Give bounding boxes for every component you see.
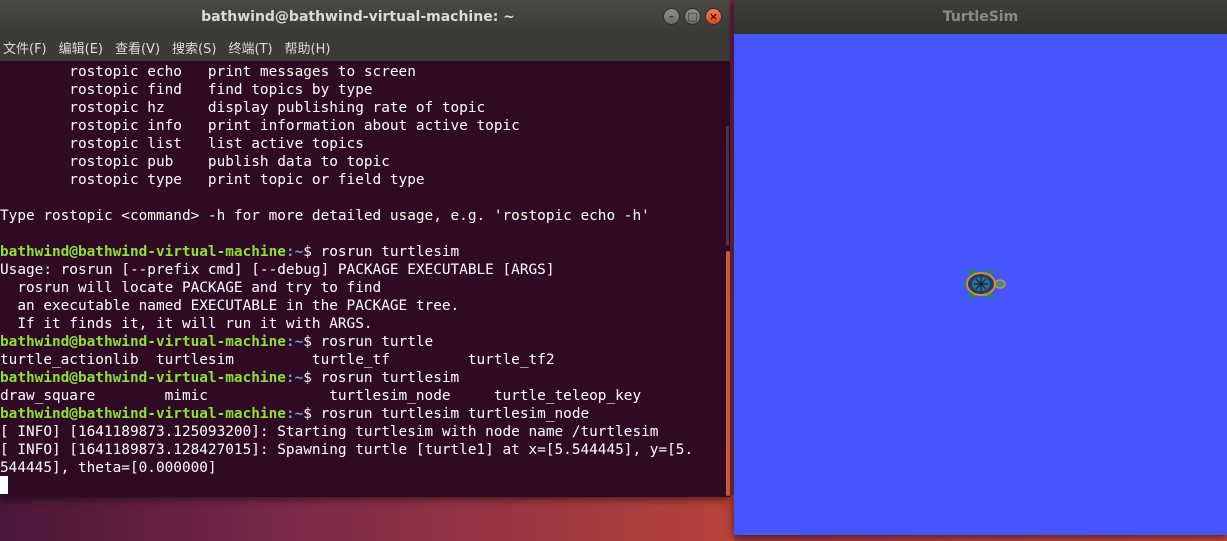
text-cursor [0, 476, 8, 494]
menu-file[interactable]: 文件(F) [3, 38, 47, 57]
terminal-line: [ INFO] [1641189873.125093200]: Starting… [0, 424, 659, 440]
prompt-path: :~ [285, 244, 304, 260]
command-text: $ rosrun turtlesim [303, 244, 460, 260]
menu-edit[interactable]: 编辑(E) [59, 38, 103, 57]
terminal-line: [ INFO] [1641189873.128427015]: Spawning… [0, 442, 694, 458]
terminal-menubar: 文件(F) 编辑(E) 查看(V) 搜索(S) 终端(T) 帮助(H) [0, 33, 730, 61]
command-text: $ rosrun turtlesim [303, 370, 460, 386]
prompt-path: :~ [285, 370, 304, 386]
terminal-window[interactable]: bathwind@bathwind-virtual-machine: ~ – □… [0, 0, 730, 497]
turtlesim-titlebar[interactable]: TurtleSim – [734, 0, 1227, 34]
terminal-line: bathwind@bathwind-virtual-machine:~$ ros… [0, 369, 459, 387]
maximize-button[interactable]: □ [684, 8, 701, 25]
terminal-line: rosrun will locate PACKAGE and try to fi… [0, 280, 382, 296]
terminal-title: bathwind@bathwind-virtual-machine: ~ [201, 8, 515, 25]
menu-terminal[interactable]: 终端(T) [228, 38, 272, 57]
terminal-line: Type rostopic <command> -h for more deta… [0, 208, 650, 224]
prompt-user-host: bathwind@bathwind-virtual-machine [0, 244, 286, 260]
terminal-window-buttons: – □ × [663, 8, 722, 25]
menu-search[interactable]: 搜索(S) [172, 38, 216, 57]
turtlesim-window[interactable]: TurtleSim – [734, 0, 1227, 535]
terminal-line: rostopic pub publish data to topic [0, 154, 390, 170]
terminal-line: turtle_actionlib turtlesim turtle_tf tur… [0, 352, 555, 368]
terminal-line: rostopic type print topic or field type [0, 172, 425, 188]
terminal-output[interactable]: rostopic echo print messages to screen r… [0, 61, 724, 497]
terminal-titlebar[interactable]: bathwind@bathwind-virtual-machine: ~ – □… [0, 0, 730, 33]
minimize-button[interactable]: – [663, 8, 680, 25]
prompt-path: :~ [285, 406, 304, 422]
terminal-line: rostopic info print information about ac… [0, 118, 520, 134]
terminal-line: an executable named EXECUTABLE in the PA… [0, 298, 460, 314]
terminal-line: bathwind@bathwind-virtual-machine:~$ ros… [0, 333, 433, 351]
prompt-user-host: bathwind@bathwind-virtual-machine [0, 406, 286, 422]
prompt-user-host: bathwind@bathwind-virtual-machine [0, 334, 286, 350]
prompt-user-host: bathwind@bathwind-virtual-machine [0, 370, 286, 386]
terminal-line: If it finds it, it will run it with ARGS… [0, 316, 373, 332]
terminal-line: rostopic find find topics by type [0, 82, 373, 98]
menu-help[interactable]: 帮助(H) [285, 38, 331, 57]
turtle-icon [962, 269, 1006, 299]
terminal-line: Usage: rosrun [--prefix cmd] [--debug] P… [0, 262, 555, 278]
terminal-line: rostopic hz display publishing rate of t… [0, 100, 486, 116]
terminal-scrollbar[interactable] [724, 61, 730, 497]
command-text: $ rosrun turtlesim turtlesim_node [303, 406, 590, 422]
turtlesim-title: TurtleSim [942, 9, 1019, 25]
terminal-line: rostopic list list active topics [0, 136, 364, 152]
terminal-line: draw_square mimic turtlesim_node turtle_… [0, 388, 642, 404]
command-text: $ rosrun turtle [303, 334, 434, 350]
terminal-line: 544445], theta=[0.000000] [0, 460, 217, 476]
turtle-shell-pattern [974, 277, 988, 291]
prompt-path: :~ [285, 334, 304, 350]
turtle-head [994, 279, 1006, 289]
scrollbar-track [726, 126, 729, 246]
scrollbar-thumb[interactable] [726, 251, 730, 496]
close-button[interactable]: × [705, 8, 722, 25]
terminal-line: rostopic echo print messages to screen [0, 64, 416, 80]
menu-view[interactable]: 查看(V) [115, 38, 160, 57]
desktop-background [0, 495, 735, 541]
terminal-line: bathwind@bathwind-virtual-machine:~$ ros… [0, 243, 459, 261]
terminal-line: bathwind@bathwind-virtual-machine:~$ ros… [0, 405, 589, 423]
